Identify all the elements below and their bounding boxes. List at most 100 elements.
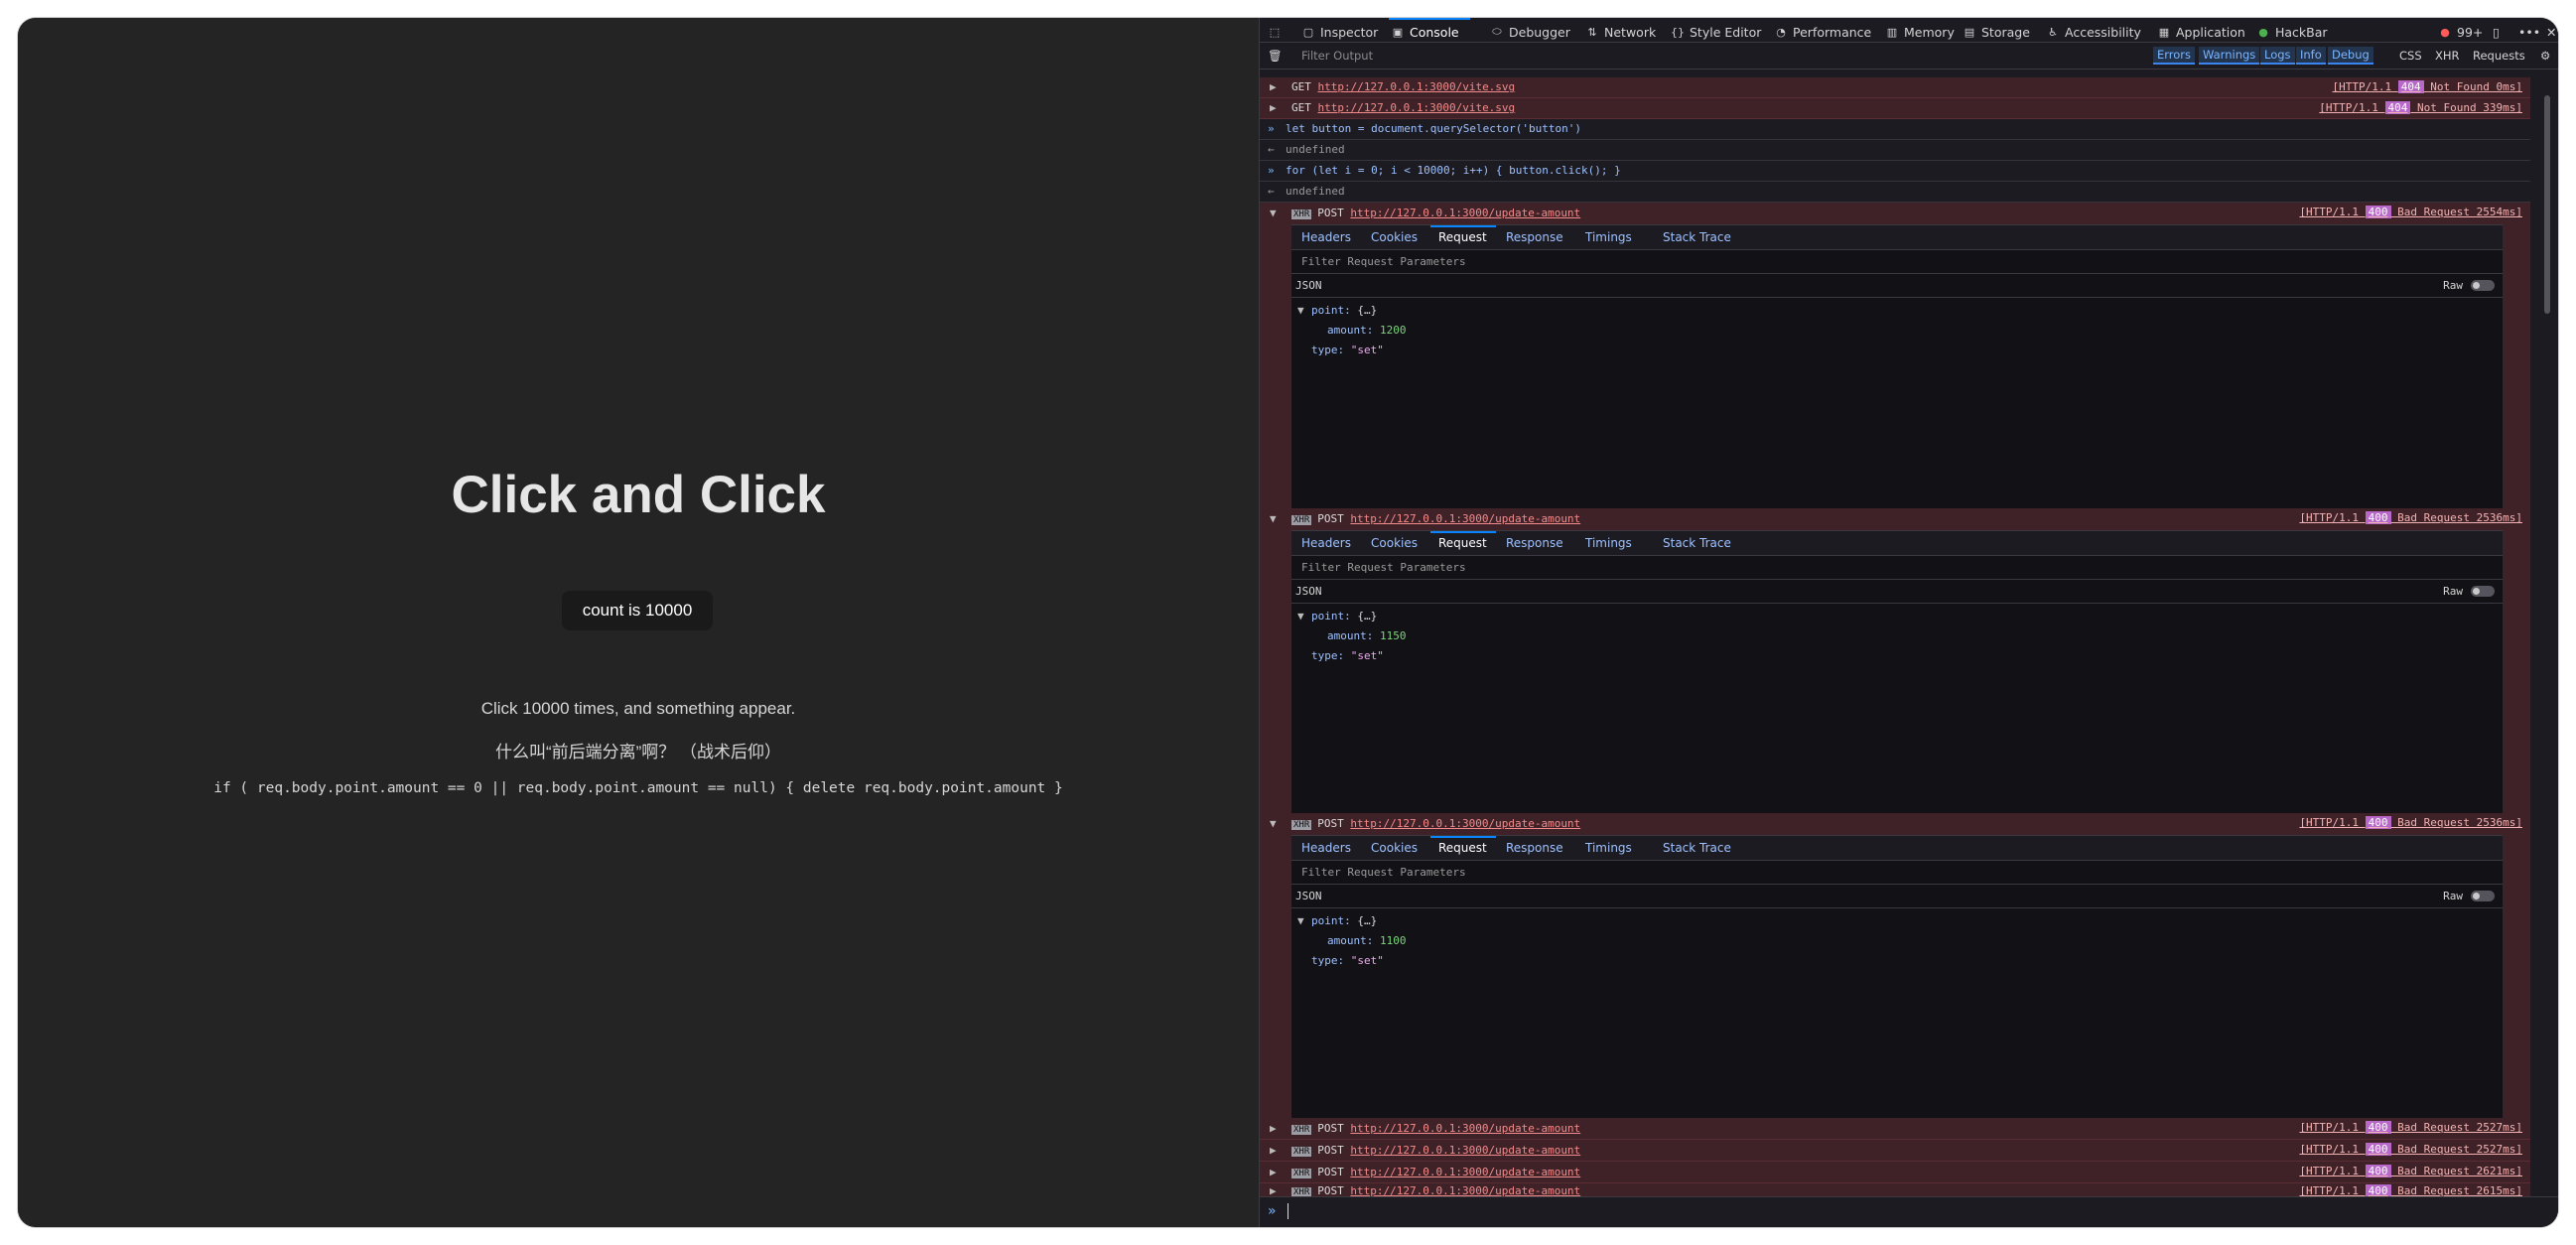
log-row[interactable]: ▶ XHR POST http://127.0.0.1:3000/update-a… <box>1260 1162 2530 1183</box>
request-url-link[interactable]: http://127.0.0.1:3000/vite.svg <box>1318 80 1516 93</box>
request-tabs: Headers Cookies Request Response Timings… <box>1291 225 2503 250</box>
raw-toggle[interactable] <box>2471 280 2495 291</box>
tab-cookies[interactable]: Cookies <box>1371 536 1418 550</box>
raw-toggle[interactable] <box>2471 891 2495 901</box>
log-row[interactable]: ▶ GET http://127.0.0.1:3000/vite.svg [HT… <box>1260 98 2530 119</box>
response-meta: [HTTP/1.1 400 Bad Request 2621ms] <box>2299 1165 2522 1177</box>
tab-storage[interactable]: ▤ Storage <box>1963 22 2030 42</box>
raw-toggle[interactable] <box>2471 586 2495 597</box>
request-tabs: Headers Cookies Request Response Timings… <box>1291 836 2503 861</box>
tab-stack-trace[interactable]: Stack Trace <box>1663 536 1731 550</box>
tab-console[interactable]: ▣ Console <box>1391 22 1459 42</box>
request-url-link[interactable]: http://127.0.0.1:3000/update-amount <box>1350 207 1580 219</box>
collapse-arrow-icon[interactable]: ▼ <box>1270 817 1277 830</box>
filter-params-input[interactable]: Filter Request Parameters <box>1291 250 2503 274</box>
devtools-panel: ⬚ ▢ Inspector ▣ Console ⬭ Debugger ⇅ Network… <box>1259 18 2558 1227</box>
console-input[interactable]: » <box>1260 1196 2558 1227</box>
tab-accessibility[interactable]: ♿ Accessibility <box>2046 22 2141 42</box>
application-icon: ▦ <box>2158 25 2170 39</box>
tab-style-editor[interactable]: {} Style Editor <box>1671 22 1761 42</box>
settings-gear-icon[interactable]: ⚙ <box>2540 49 2550 63</box>
filter-errors[interactable]: Errors <box>2153 47 2196 65</box>
status-badge: 404 <box>2384 101 2411 114</box>
tab-timings[interactable]: Timings <box>1585 230 1632 244</box>
tab-performance[interactable]: ◔ Performance <box>1774 22 1871 42</box>
error-count-badge[interactable]: ● 99+ <box>2438 22 2483 42</box>
dock-icon[interactable]: ▯ <box>2493 22 2500 42</box>
response-meta: [HTTP/1.1 400 Bad Request 2536ms] <box>2299 816 2522 829</box>
tab-response[interactable]: Response <box>1506 230 1563 244</box>
log-row[interactable]: ▶ XHR POST http://127.0.0.1:3000/update-a… <box>1260 1140 2530 1162</box>
raw-label: Raw <box>2443 585 2463 598</box>
active-tab-indicator <box>1430 531 1496 533</box>
filter-info[interactable]: Info <box>2296 47 2326 65</box>
filter-css[interactable]: CSS <box>2399 49 2422 63</box>
error-icon: ● <box>2440 25 2450 39</box>
tab-request[interactable]: Request <box>1438 841 1487 855</box>
filter-input[interactable]: Filter Output <box>1301 49 1373 63</box>
expand-arrow-icon[interactable]: ▶ <box>1270 80 1277 93</box>
trash-icon[interactable]: 🗑 <box>1268 49 1283 63</box>
request-url-link[interactable]: http://127.0.0.1:3000/update-amount <box>1350 1166 1580 1178</box>
request-method: POST <box>1317 1122 1344 1135</box>
tab-request[interactable]: Request <box>1438 230 1487 244</box>
collapse-arrow-icon[interactable]: ▼ <box>1270 207 1277 219</box>
request-url-link[interactable]: http://127.0.0.1:3000/update-amount <box>1350 1144 1580 1157</box>
tab-memory-label: Memory <box>1904 24 1955 40</box>
json-label: JSON <box>1295 890 1322 902</box>
filter-warnings[interactable]: Warnings <box>2199 47 2260 65</box>
tab-headers[interactable]: Headers <box>1301 841 1351 855</box>
expand-arrow-icon[interactable]: ▶ <box>1270 1144 1277 1157</box>
request-url-link[interactable]: http://127.0.0.1:3000/update-amount <box>1350 817 1580 830</box>
prompt-icon: » <box>1268 164 1275 177</box>
filter-requests[interactable]: Requests <box>2473 49 2525 63</box>
tab-stack-trace[interactable]: Stack Trace <box>1663 841 1731 855</box>
tab-timings[interactable]: Timings <box>1585 841 1632 855</box>
pick-element-icon[interactable]: ⬚ <box>1268 22 1287 42</box>
collapse-arrow-icon[interactable]: ▼ <box>1270 512 1277 525</box>
more-options-icon[interactable]: ••• <box>2518 22 2540 42</box>
tab-hackbar[interactable]: ● HackBar <box>2256 22 2327 42</box>
tab-debugger[interactable]: ⬭ Debugger <box>1490 22 1570 42</box>
tab-network[interactable]: ⇅ Network <box>1585 22 1656 42</box>
filter-params-input[interactable]: Filter Request Parameters <box>1291 556 2503 580</box>
storage-icon: ▤ <box>1964 25 1975 39</box>
tab-inspector[interactable]: ▢ Inspector <box>1301 22 1379 42</box>
expand-arrow-icon[interactable]: ▶ <box>1270 1166 1277 1178</box>
request-url-link[interactable]: http://127.0.0.1:3000/vite.svg <box>1318 101 1516 114</box>
filter-params-placeholder: Filter Request Parameters <box>1301 561 1466 574</box>
count-button[interactable]: count is 10000 <box>562 591 713 630</box>
log-row[interactable]: ▶ XHR POST http://127.0.0.1:3000/update-a… <box>1260 1118 2530 1140</box>
request-url-link[interactable]: http://127.0.0.1:3000/update-amount <box>1350 1122 1580 1135</box>
response-meta: [HTTP/1.1 400 Bad Request 2527ms] <box>2299 1121 2522 1134</box>
log-row[interactable]: ▶ GET http://127.0.0.1:3000/vite.svg [HT… <box>1260 77 2530 98</box>
filter-params-input[interactable]: Filter Request Parameters <box>1291 861 2503 885</box>
json-value: {…} <box>1357 914 1378 927</box>
filter-debug[interactable]: Debug <box>2328 47 2373 65</box>
tree-arrow-icon[interactable]: ▼ <box>1297 914 1304 927</box>
json-key: amount: <box>1327 629 1380 642</box>
close-icon[interactable]: ✕ <box>2546 22 2556 42</box>
json-key: amount: <box>1327 934 1380 947</box>
filter-xhr[interactable]: XHR <box>2435 49 2460 63</box>
tab-response[interactable]: Response <box>1506 841 1563 855</box>
tab-timings[interactable]: Timings <box>1585 536 1632 550</box>
tab-request[interactable]: Request <box>1438 536 1487 550</box>
expand-arrow-icon[interactable]: ▶ <box>1270 1122 1277 1135</box>
tab-memory[interactable]: ▥ Memory <box>1885 22 1955 42</box>
tab-cookies[interactable]: Cookies <box>1371 230 1418 244</box>
tab-cookies[interactable]: Cookies <box>1371 841 1418 855</box>
tab-headers[interactable]: Headers <box>1301 230 1351 244</box>
request-url-link[interactable]: http://127.0.0.1:3000/update-amount <box>1350 512 1580 525</box>
tab-response[interactable]: Response <box>1506 536 1563 550</box>
scrollbar-thumb[interactable] <box>2544 95 2550 314</box>
tree-arrow-icon[interactable]: ▼ <box>1297 610 1304 622</box>
tab-application[interactable]: ▦ Application <box>2157 22 2245 42</box>
status-text: Not Found 0ms] <box>2423 80 2522 93</box>
expand-arrow-icon[interactable]: ▶ <box>1270 101 1277 114</box>
tree-arrow-icon[interactable]: ▼ <box>1297 304 1304 317</box>
active-tab-indicator <box>1430 225 1496 227</box>
tab-stack-trace[interactable]: Stack Trace <box>1663 230 1731 244</box>
tab-headers[interactable]: Headers <box>1301 536 1351 550</box>
filter-logs[interactable]: Logs <box>2260 47 2295 65</box>
